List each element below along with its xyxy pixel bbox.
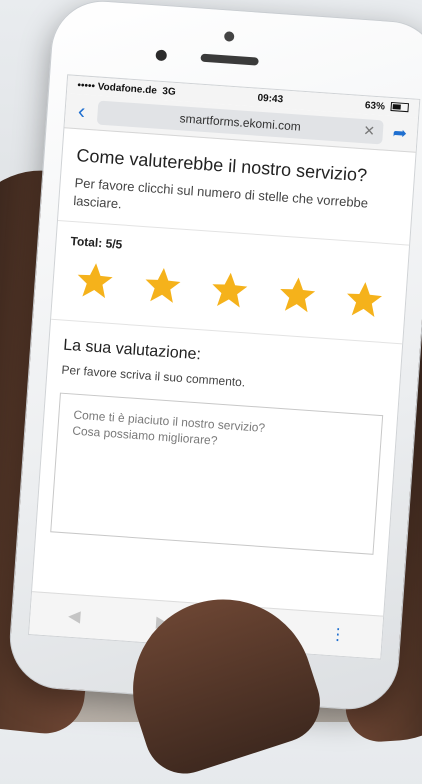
screen: ••••• Vodafone.de 3G 09:43 63% ‹ smartfo… <box>27 74 421 660</box>
comment-textarea[interactable] <box>50 392 384 555</box>
back-chevron-icon[interactable]: ‹ <box>73 98 91 125</box>
battery-percent: 63% <box>364 99 386 113</box>
battery-icon <box>390 102 409 113</box>
star-rating[interactable] <box>66 258 393 330</box>
battery-indicator: 63% <box>365 100 409 114</box>
url-text: smartforms.ekomi.com <box>179 111 302 134</box>
star-4-icon[interactable] <box>274 273 319 318</box>
review-section: La sua valutazione: Per favore scriva il… <box>35 320 402 573</box>
star-1-icon[interactable] <box>72 258 117 303</box>
star-2-icon[interactable] <box>140 263 185 308</box>
star-5-icon[interactable] <box>342 277 387 322</box>
network-type: 3G <box>161 85 177 98</box>
carrier-name: ••••• Vodafone.de <box>77 79 158 97</box>
more-options-icon[interactable]: ⋮ <box>322 624 353 646</box>
back-arrow-icon[interactable]: ◀ <box>59 605 90 627</box>
share-arrow-icon[interactable]: ➦ <box>390 123 409 144</box>
clear-icon[interactable]: ✕ <box>363 122 376 140</box>
star-3-icon[interactable] <box>207 268 252 313</box>
